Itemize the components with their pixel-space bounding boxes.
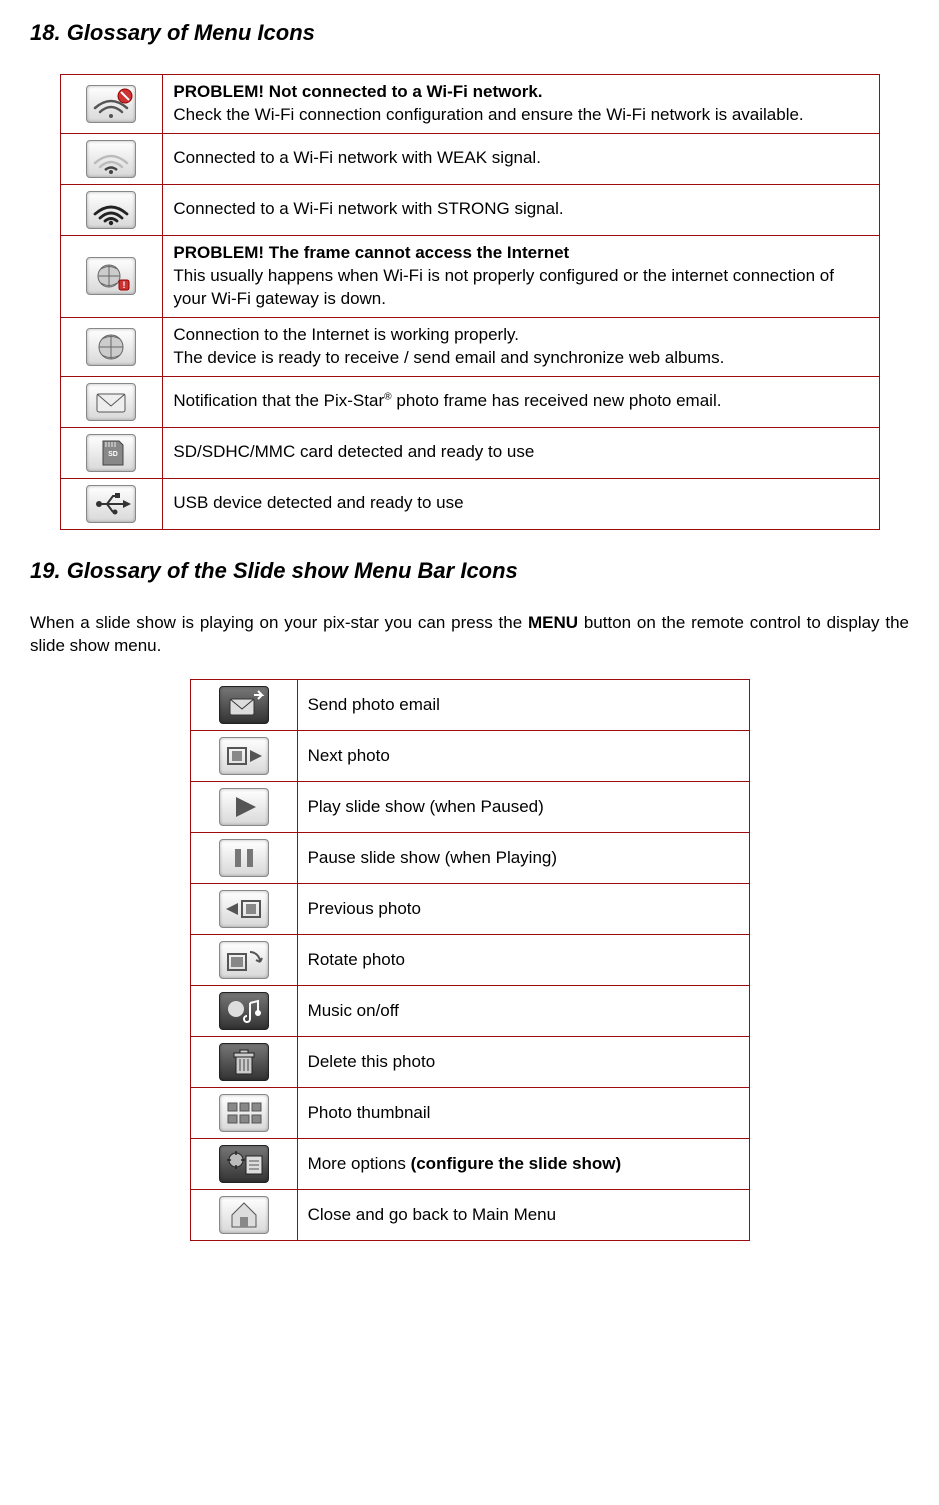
row-text: Send photo email bbox=[297, 680, 749, 731]
wifi-strong-icon bbox=[86, 191, 136, 229]
row-text: Check the Wi-Fi connection configuration… bbox=[173, 105, 803, 124]
row-text: Connected to a Wi-Fi network with WEAK s… bbox=[163, 133, 879, 184]
next-photo-icon bbox=[219, 737, 269, 775]
wifi-weak-icon bbox=[86, 140, 136, 178]
table-row: ! PROBLEM! The frame cannot access the I… bbox=[60, 235, 879, 317]
row-text-b: The device is ready to receive / send em… bbox=[173, 348, 724, 367]
row-text: Connected to a Wi-Fi network with STRONG… bbox=[163, 184, 879, 235]
home-icon bbox=[219, 1196, 269, 1234]
email-notification-icon bbox=[86, 383, 136, 421]
table-row: Pause slide show (when Playing) bbox=[190, 833, 749, 884]
table-row: Music on/off bbox=[190, 986, 749, 1037]
row-text: Photo thumbnail bbox=[297, 1088, 749, 1139]
table-row: Rotate photo bbox=[190, 935, 749, 986]
row-bold: PROBLEM! Not connected to a Wi-Fi networ… bbox=[173, 82, 542, 101]
svg-text:SD: SD bbox=[109, 451, 119, 458]
row-text: Rotate photo bbox=[297, 935, 749, 986]
row-text: SD/SDHC/MMC card detected and ready to u… bbox=[163, 427, 879, 478]
row-text: This usually happens when Wi-Fi is not p… bbox=[173, 266, 834, 308]
row-text: Next photo bbox=[297, 731, 749, 782]
table-row: More options (configure the slide show) bbox=[190, 1139, 749, 1190]
section-18-heading: 18. Glossary of Menu Icons bbox=[30, 20, 909, 46]
row-text: Delete this photo bbox=[297, 1037, 749, 1088]
row-text: USB device detected and ready to use bbox=[163, 478, 879, 529]
table-row: Connected to a Wi-Fi network with WEAK s… bbox=[60, 133, 879, 184]
table-row: Next photo bbox=[190, 731, 749, 782]
pause-icon bbox=[219, 839, 269, 877]
row-text: Previous photo bbox=[297, 884, 749, 935]
music-toggle-icon bbox=[219, 992, 269, 1030]
row-bold: PROBLEM! The frame cannot access the Int… bbox=[173, 243, 569, 262]
table-row: Send photo email bbox=[190, 680, 749, 731]
table-row: Notification that the Pix-Star® photo fr… bbox=[60, 376, 879, 427]
internet-problem-icon: ! bbox=[86, 257, 136, 295]
table-row: Previous photo bbox=[190, 884, 749, 935]
section-19-intro: When a slide show is playing on your pix… bbox=[30, 612, 909, 658]
table-row: USB device detected and ready to use bbox=[60, 478, 879, 529]
table-row: Connection to the Internet is working pr… bbox=[60, 317, 879, 376]
svg-text:!: ! bbox=[123, 280, 126, 290]
table-row: Close and go back to Main Menu bbox=[190, 1190, 749, 1241]
row-bold-b: (configure the slide show) bbox=[411, 1154, 622, 1173]
table-row: SD SD/SDHC/MMC card detected and ready t… bbox=[60, 427, 879, 478]
thumbnail-icon bbox=[219, 1094, 269, 1132]
row-text: Music on/off bbox=[297, 986, 749, 1037]
rotate-photo-icon bbox=[219, 941, 269, 979]
row-text-post: photo frame has received new photo email… bbox=[392, 391, 722, 410]
table-row: Photo thumbnail bbox=[190, 1088, 749, 1139]
internet-ok-icon bbox=[86, 328, 136, 366]
registered-mark: ® bbox=[384, 391, 392, 402]
table-row: Play slide show (when Paused) bbox=[190, 782, 749, 833]
wifi-problem-icon bbox=[86, 85, 136, 123]
section-19-heading: 19. Glossary of the Slide show Menu Bar … bbox=[30, 558, 909, 584]
delete-photo-icon bbox=[219, 1043, 269, 1081]
table-row: Delete this photo bbox=[190, 1037, 749, 1088]
row-text: Close and go back to Main Menu bbox=[297, 1190, 749, 1241]
usb-icon bbox=[86, 485, 136, 523]
more-options-icon bbox=[219, 1145, 269, 1183]
row-text-pre: Notification that the Pix-Star bbox=[173, 391, 384, 410]
previous-photo-icon bbox=[219, 890, 269, 928]
row-text-a: More options bbox=[308, 1154, 411, 1173]
sd-card-icon: SD bbox=[86, 434, 136, 472]
row-text-a: Connection to the Internet is working pr… bbox=[173, 325, 519, 344]
send-photo-email-icon bbox=[219, 686, 269, 724]
slideshow-icons-table: Send photo email Next photo Play slide s… bbox=[190, 679, 750, 1241]
play-icon bbox=[219, 788, 269, 826]
table-row: PROBLEM! Not connected to a Wi-Fi networ… bbox=[60, 75, 879, 134]
row-text: Pause slide show (when Playing) bbox=[297, 833, 749, 884]
menu-icons-table: PROBLEM! Not connected to a Wi-Fi networ… bbox=[60, 74, 880, 530]
table-row: Connected to a Wi-Fi network with STRONG… bbox=[60, 184, 879, 235]
row-text: Play slide show (when Paused) bbox=[297, 782, 749, 833]
